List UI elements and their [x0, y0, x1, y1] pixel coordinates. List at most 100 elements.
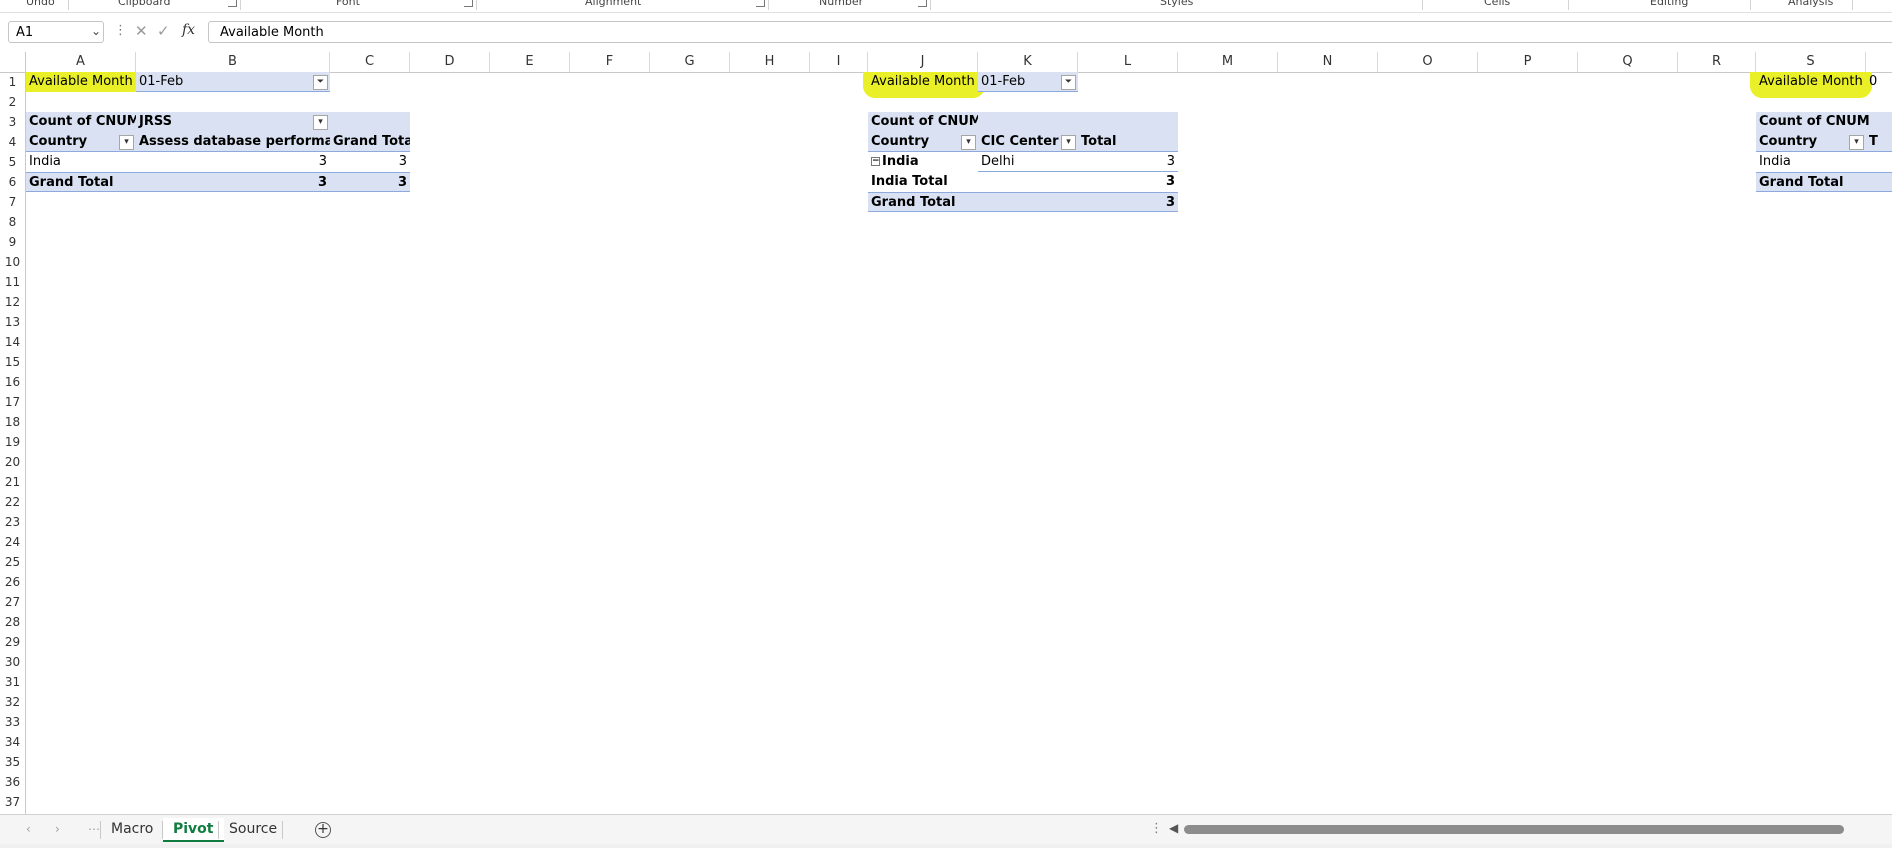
pivot1-row-item[interactable]: India [26, 152, 136, 172]
select-all-corner[interactable] [0, 52, 26, 72]
row-header-4[interactable]: 4 [0, 132, 25, 152]
chevron-down-icon[interactable]: ⌄ [91, 24, 101, 38]
worksheet-grid[interactable]: Available Month 01-Feb ⏷ Count of CNUM J… [26, 72, 1892, 814]
row-header-13[interactable]: 13 [0, 312, 25, 332]
name-box[interactable]: A1 ⌄ [8, 21, 104, 43]
enter-icon[interactable]: ✓ [157, 22, 170, 40]
filter-dropdown-icon[interactable]: ⏷ [313, 75, 328, 90]
column-header-c[interactable]: C [330, 52, 410, 72]
pivot2-sub-item[interactable]: Delhi [978, 152, 1078, 172]
row-header-30[interactable]: 30 [0, 652, 25, 672]
column-header-f[interactable]: F [570, 52, 650, 72]
pivot2-value-label[interactable]: Count of CNUM [868, 112, 978, 132]
pivot1-grand-total-col[interactable]: Grand Total [330, 132, 410, 152]
filter-dropdown-icon[interactable]: ⏷ [1061, 75, 1076, 90]
pivot1-col-item[interactable]: Assess database performance [136, 132, 330, 152]
collapse-icon[interactable]: − [871, 157, 880, 166]
pivot2-total-col[interactable]: Total [1078, 132, 1178, 152]
column-header-o[interactable]: O [1378, 52, 1478, 72]
column-header-a[interactable]: A [26, 52, 136, 72]
scroll-left-icon[interactable]: ◀ [1169, 821, 1178, 835]
formula-input[interactable]: Available Month [208, 21, 1892, 43]
row-header-17[interactable]: 17 [0, 392, 25, 412]
column-header-g[interactable]: G [650, 52, 730, 72]
pivot2-grand-total-label[interactable]: Grand Total [868, 192, 978, 212]
more-options-icon[interactable]: ⋮ [114, 23, 127, 38]
dropdown-arrow-icon[interactable]: ▾ [313, 115, 328, 130]
add-sheet-icon[interactable]: + [315, 822, 331, 838]
pivot2-subtotal-label[interactable]: India Total [868, 172, 978, 192]
row-header-9[interactable]: 9 [0, 232, 25, 252]
column-header-s[interactable]: S [1756, 52, 1866, 72]
row-header-16[interactable]: 16 [0, 372, 25, 392]
row-header-15[interactable]: 15 [0, 352, 25, 372]
pivot1-grand-total[interactable]: 3 [330, 172, 410, 192]
row-header-29[interactable]: 29 [0, 632, 25, 652]
row-header-28[interactable]: 28 [0, 612, 25, 632]
row-header-14[interactable]: 14 [0, 332, 25, 352]
dialog-launcher-icon[interactable] [756, 0, 765, 7]
insert-function-icon[interactable]: fx [182, 22, 195, 38]
dropdown-arrow-icon[interactable]: ▾ [1849, 135, 1864, 150]
more-options-icon[interactable]: ⋮ [1150, 821, 1163, 836]
dropdown-arrow-icon[interactable]: ▾ [961, 135, 976, 150]
row-header-8[interactable]: 8 [0, 212, 25, 232]
pivot2-grand-total[interactable]: 3 [978, 192, 1178, 212]
dropdown-arrow-icon[interactable]: ▾ [119, 135, 134, 150]
row-header-11[interactable]: 11 [0, 272, 25, 292]
row-header-27[interactable]: 27 [0, 592, 25, 612]
row-header-32[interactable]: 32 [0, 692, 25, 712]
row-header-24[interactable]: 24 [0, 532, 25, 552]
row-header-3[interactable]: 3 [0, 112, 25, 132]
row-header-19[interactable]: 19 [0, 432, 25, 452]
column-header-n[interactable]: N [1278, 52, 1378, 72]
row-header-25[interactable]: 25 [0, 552, 25, 572]
pivot1-grand-value[interactable]: 3 [136, 172, 330, 192]
pivot3-value-label[interactable]: Count of CNUM [1756, 112, 1892, 132]
pivot1-col-field[interactable]: JRSS [136, 112, 330, 132]
pivot2-row-item[interactable]: − India [868, 152, 978, 172]
row-header-7[interactable]: 7 [0, 192, 25, 212]
pivot1-row-item-value[interactable]: 3 [136, 152, 330, 172]
row-header-1[interactable]: 1 [0, 72, 25, 92]
row-header-5[interactable]: 5 [0, 152, 25, 172]
row-header-20[interactable]: 20 [0, 452, 25, 472]
prev-sheet-icon[interactable]: ‹ [26, 822, 31, 836]
column-header-m[interactable]: M [1178, 52, 1278, 72]
column-header-j[interactable]: J [868, 52, 978, 72]
pivot1-value-label[interactable]: Count of CNUM [26, 112, 136, 132]
row-header-26[interactable]: 26 [0, 572, 25, 592]
column-header-r[interactable]: R [1678, 52, 1756, 72]
more-sheets-icon[interactable]: ⋯ [88, 822, 100, 836]
row-header-12[interactable]: 12 [0, 292, 25, 312]
dialog-launcher-icon[interactable] [228, 0, 237, 7]
next-sheet-icon[interactable]: › [55, 822, 60, 836]
column-header-k[interactable]: K [978, 52, 1078, 72]
row-header-23[interactable]: 23 [0, 512, 25, 532]
column-header-d[interactable]: D [410, 52, 490, 72]
column-header-q[interactable]: Q [1578, 52, 1678, 72]
row-header-10[interactable]: 10 [0, 252, 25, 272]
pivot1-grand-total-label[interactable]: Grand Total [26, 172, 136, 192]
row-header-35[interactable]: 35 [0, 752, 25, 772]
cancel-icon[interactable]: ✕ [135, 22, 148, 40]
column-header-i[interactable]: I [810, 52, 868, 72]
column-header-p[interactable]: P [1478, 52, 1578, 72]
tab-macro[interactable]: Macro [101, 818, 163, 842]
pivot2-filter-label[interactable]: Available Month [868, 72, 978, 92]
dialog-launcher-icon[interactable] [918, 0, 927, 7]
pivot3-filter-label[interactable]: Available Month [1756, 72, 1866, 92]
pivot2-subtotal-value[interactable]: 3 [978, 172, 1178, 192]
tab-pivot[interactable]: Pivot [163, 818, 224, 842]
row-header-2[interactable]: 2 [0, 92, 25, 112]
column-header-l[interactable]: L [1078, 52, 1178, 72]
dropdown-arrow-icon[interactable]: ▾ [1061, 135, 1076, 150]
row-header-37[interactable]: 37 [0, 792, 25, 812]
column-header-b[interactable]: B [136, 52, 330, 72]
row-header-22[interactable]: 22 [0, 492, 25, 512]
row-header-18[interactable]: 18 [0, 412, 25, 432]
pivot1-row-item-total[interactable]: 3 [330, 152, 410, 172]
dialog-launcher-icon[interactable] [464, 0, 473, 7]
pivot2-sub-value[interactable]: 3 [1078, 152, 1178, 172]
tab-source[interactable]: Source [219, 818, 287, 842]
